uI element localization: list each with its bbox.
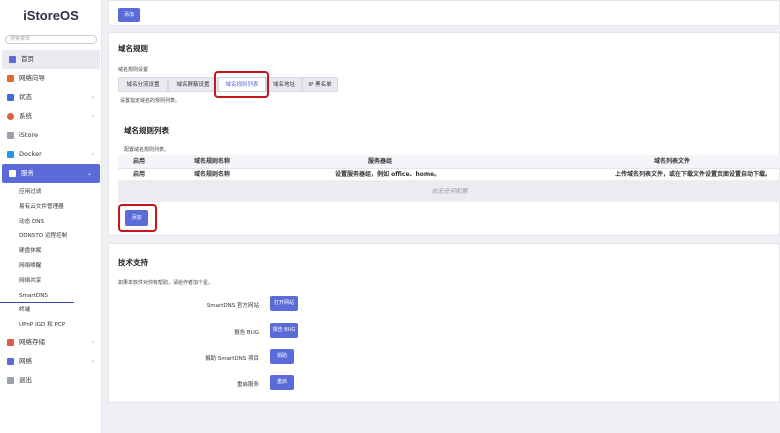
chevron-right-icon: › [91,338,94,346]
domain-rules-list-description: 配置域名规则列表。 [124,147,170,153]
submenu-item-smartdns[interactable]: SmartDNS [0,289,74,304]
sidebar: iStoreOS 搜索菜单 首页 网络向导 状态 › 系统 › iStore D… [0,0,102,433]
support-label-restart: 重启服务 [236,382,259,388]
sidebar-item-label: 状态 [19,93,32,101]
network-icon [7,357,14,365]
domain-rules-settings-label: 域名规则设置 [118,67,149,73]
col-domain-file: 域名列表文件 [654,158,691,165]
table-row: 启用 域名规则名称 设置服务器组，例如 office、home。 上传域名列表文… [118,169,780,181]
sidebar-item-storage[interactable]: 网络存储 › [0,333,102,352]
sidebar-item-label: 退出 [19,375,32,384]
sidebar-item-label: 系统 [19,112,32,120]
restart-button[interactable]: 重启 [270,375,294,390]
cell-enable: 启用 [133,171,146,178]
submenu-item[interactable]: 硬盘休眠 [0,244,102,259]
sidebar-item-status[interactable]: 状态 › [0,88,102,107]
tab-domain-block[interactable]: 域名屏蔽设置 [168,77,218,92]
submenu-item[interactable]: 网络唤醒 [0,259,102,274]
highlight-box-tab [214,71,269,98]
cell-domain-file: 上传域名列表文件，或在下载文件设置页面设置自动下载。 [615,171,772,178]
sidebar-item-logout[interactable]: 退出 [0,371,102,390]
status-icon [7,94,14,101]
submenu-item[interactable]: 易有云文件管理器 [0,200,102,215]
col-enable: 启用 [133,158,146,165]
support-description: 如果本软件对你有帮助，请给作者加个星。 [118,280,214,286]
sidebar-item-label: 服务 [21,169,34,177]
sidebar-item-system[interactable]: 系统 › [0,107,102,126]
empty-placeholder: 尚无任何配置 [118,181,780,202]
logout-icon [7,376,14,384]
chevron-right-icon: › [91,113,94,120]
home-icon [9,56,16,63]
top-add-button[interactable]: 添加 [118,8,140,22]
submenu-item[interactable]: UPnP IGD 和 PCP [0,318,102,333]
domain-rules-card: 域名规则 域名规则设置 域名分流设置 域名屏蔽设置 域名规则列表 域名地址 IP… [108,32,780,236]
sidebar-nav: 首页 网络向导 状态 › 系统 › iStore Docker › 服务 ⌄ 应… [0,50,102,390]
sidebar-item-wizard[interactable]: 网络向导 [0,69,102,88]
chevron-right-icon: › [91,151,94,158]
domain-rules-title: 域名规则 [118,44,148,53]
submenu-item[interactable]: 应用过滤 [0,185,102,200]
support-title: 技术支持 [118,258,148,267]
col-rule-name: 域名规则名称 [194,158,231,165]
tab-domain-forward[interactable]: 域名分流设置 [118,77,168,92]
domain-rules-list-title: 域名规则列表 [124,126,169,135]
sidebar-item-label: Docker [19,150,42,158]
table-header: 启用 域名规则名称 服务器组 域名列表文件 [118,155,780,169]
sidebar-item-istore[interactable]: iStore [0,126,102,145]
sidebar-item-services[interactable]: 服务 ⌄ [2,164,100,183]
storage-icon [7,338,14,346]
cell-rule-name: 域名规则名称 [194,171,231,178]
sidebar-item-label: 网络 [19,356,32,365]
domain-rules-table: 启用 域名规则名称 服务器组 域名列表文件 启用 域名规则名称 设置服务器组，例… [118,155,780,202]
wizard-icon [7,75,14,82]
highlight-box-add [118,204,157,232]
sidebar-item-label: iStore [19,131,38,139]
menu-search-input[interactable]: 搜索菜单 [5,35,97,44]
sidebar-item-label: 网络向导 [19,74,45,82]
col-server-group: 服务器组 [368,158,393,165]
sidebar-item-label: 首页 [21,55,34,63]
sidebar-item-docker[interactable]: Docker › [0,145,102,164]
support-card: 技术支持 如果本软件对你有帮助，请给作者加个星。 SmartDNS 官方网站 打… [108,243,780,403]
docker-icon [7,151,14,158]
support-label-website: SmartDNS 官方网站 [206,303,259,309]
support-label-bug: 报告 BUG [234,330,259,336]
submenu-item[interactable]: DDNSTO 远程控制 [0,229,102,244]
chevron-right-icon: › [91,94,94,101]
main-content: 添加 域名规则 域名规则设置 域名分流设置 域名屏蔽设置 域名规则列表 域名地址… [108,0,780,433]
tab-description: 设置指定域名的规则列表。 [120,98,181,104]
sidebar-item-label: 网络存储 [19,337,45,346]
sidebar-item-network[interactable]: 网络 › [0,352,102,371]
sidebar-item-home[interactable]: 首页 [2,50,100,69]
donate-button[interactable]: 捐助 [270,349,294,364]
gear-icon [7,113,14,120]
chevron-down-icon: ⌄ [86,170,92,177]
submenu-item[interactable]: 终端 [0,303,102,318]
tab-domain-address[interactable]: 域名地址 [266,77,302,92]
report-bug-button[interactable]: 报告 BUG [270,323,298,338]
tab-ip-blacklist[interactable]: IP 黑名单 [302,77,338,92]
submenu-item[interactable]: 网络共享 [0,274,102,289]
support-label-donate: 捐助 SmartDNS 项目 [205,356,259,362]
chevron-right-icon: › [91,357,94,365]
open-website-button[interactable]: 打开网站 [270,296,298,311]
services-submenu: 应用过滤 易有云文件管理器 动态 DNS DDNSTO 远程控制 硬盘休眠 网络… [0,183,102,333]
brand-logo: iStoreOS [23,8,79,23]
top-card: 添加 [108,0,780,26]
cell-server-group: 设置服务器组，例如 office、home。 [335,171,441,178]
services-icon [9,170,16,177]
istore-icon [7,132,14,139]
submenu-item[interactable]: 动态 DNS [0,215,102,230]
